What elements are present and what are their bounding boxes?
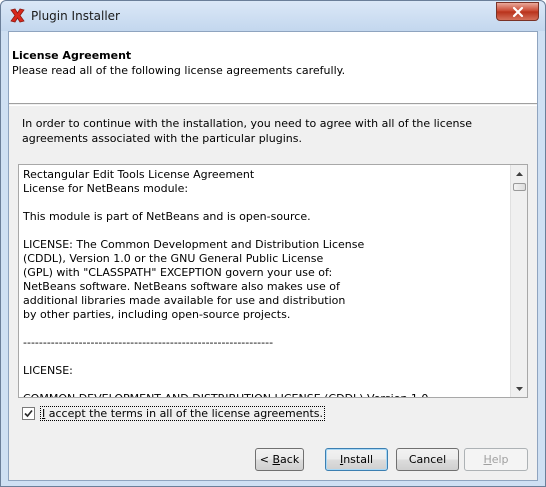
help-mnemonic: H bbox=[483, 453, 492, 466]
header-title: License Agreement bbox=[12, 49, 132, 62]
scroll-down-button[interactable] bbox=[511, 380, 527, 397]
license-line bbox=[23, 322, 507, 336]
license-line: COMMON DEVELOPMENT AND DISTRIBUTION LICE… bbox=[23, 392, 507, 397]
back-mnemonic: B bbox=[272, 453, 281, 466]
plugin-installer-window: Plugin Installer License Agreement Pleas… bbox=[0, 0, 546, 487]
arrow-up-icon bbox=[516, 171, 523, 176]
license-line bbox=[23, 378, 507, 392]
intro-text: In order to continue with the installati… bbox=[22, 117, 473, 145]
install-rest: nstall bbox=[343, 453, 374, 466]
help-rest: elp bbox=[491, 453, 509, 466]
license-line: by other parties, including open-source … bbox=[23, 308, 291, 321]
close-icon bbox=[512, 6, 523, 17]
app-x-icon bbox=[10, 8, 25, 23]
accept-label[interactable]: I accept the terms in all of the license… bbox=[40, 405, 325, 421]
back-prefix: < bbox=[259, 453, 273, 466]
header-banner: License Agreement Please read all of the… bbox=[9, 32, 537, 104]
close-button[interactable] bbox=[496, 2, 539, 21]
license-line: NetBeans software. NetBeans software als… bbox=[23, 280, 340, 293]
license-text: Rectangular Edit Tools License Agreement… bbox=[23, 168, 507, 397]
license-line bbox=[23, 196, 507, 210]
help-button[interactable]: Help bbox=[464, 448, 528, 471]
license-line bbox=[23, 224, 507, 238]
back-button[interactable]: < Back bbox=[255, 448, 304, 471]
install-button[interactable]: Install bbox=[325, 448, 388, 471]
title-bar[interactable]: Plugin Installer bbox=[1, 1, 545, 31]
license-line: LICENSE: The Common Development and Dist… bbox=[23, 238, 365, 251]
arrow-down-icon bbox=[516, 386, 523, 391]
window-title: Plugin Installer bbox=[31, 9, 120, 23]
accept-row[interactable]: I accept the terms in all of the license… bbox=[22, 405, 325, 421]
license-line: LICENSE: bbox=[23, 364, 73, 377]
scroll-thumb[interactable] bbox=[513, 183, 526, 191]
scroll-up-button[interactable] bbox=[511, 165, 527, 182]
license-line: additional libraries made available for … bbox=[23, 294, 346, 307]
license-line: ----------------------------------------… bbox=[23, 336, 274, 349]
license-text-area[interactable]: Rectangular Edit Tools License Agreement… bbox=[18, 164, 528, 398]
accept-label-text: accept the terms in all of the license a… bbox=[45, 406, 323, 420]
header-subtitle: Please read all of the following license… bbox=[12, 64, 346, 77]
license-line: (CDDL), Version 1.0 or the GNU General P… bbox=[23, 252, 324, 265]
license-line: (GPL) with "CLASSPATH" EXCEPTION govern … bbox=[23, 266, 333, 279]
license-line: Rectangular Edit Tools License Agreement bbox=[23, 168, 255, 181]
header-separator bbox=[9, 105, 537, 106]
license-line bbox=[23, 350, 507, 364]
accept-checkbox[interactable] bbox=[22, 406, 35, 420]
license-line: License for NetBeans module: bbox=[23, 182, 189, 195]
vertical-scrollbar[interactable] bbox=[510, 165, 527, 397]
back-rest: ack bbox=[280, 453, 300, 466]
dialog-client-area: License Agreement Please read all of the… bbox=[8, 31, 538, 481]
license-line: This module is part of NetBeans and is o… bbox=[23, 210, 311, 223]
cancel-button[interactable]: Cancel bbox=[396, 448, 459, 471]
checkmark-icon bbox=[24, 409, 33, 417]
